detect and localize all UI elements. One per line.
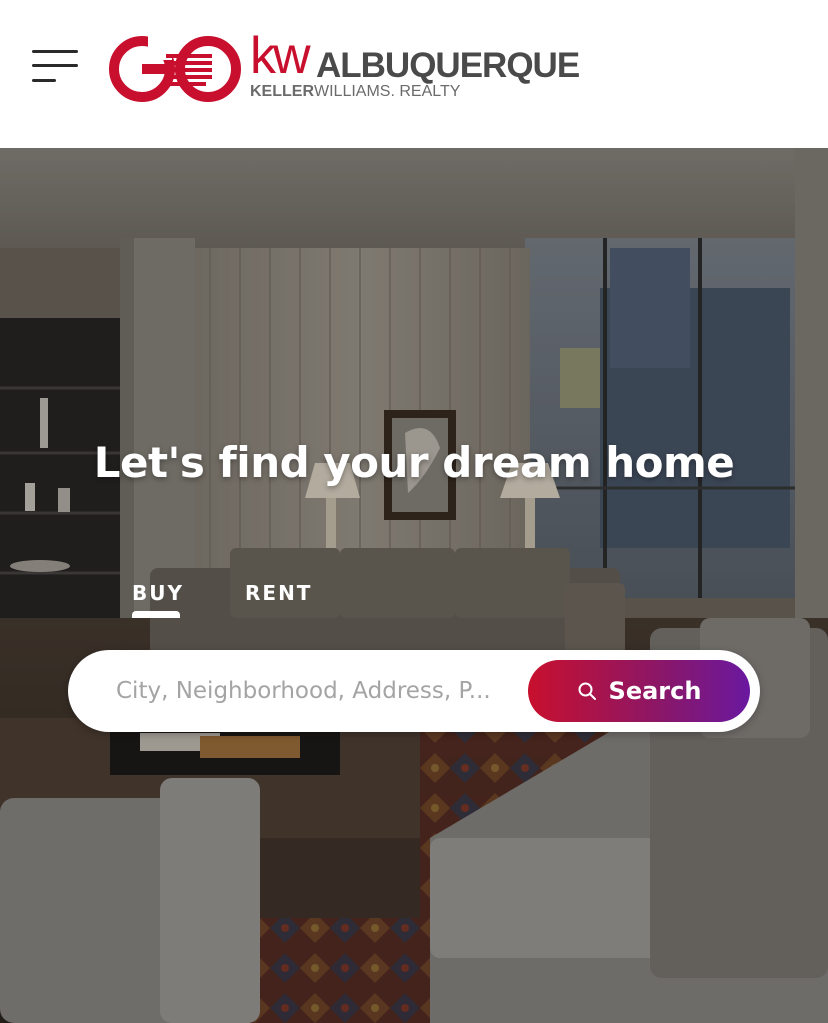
search-bar: Search — [68, 650, 760, 732]
logo-city-text: ALBUQUERQUE — [316, 46, 580, 85]
hamburger-menu-icon[interactable] — [30, 46, 82, 88]
go-logo-mark — [109, 34, 241, 102]
search-icon — [578, 682, 596, 700]
hero-section: Let's find your dream home BUY RENT Sear… — [0, 148, 828, 1023]
logo-kw-text: kw — [250, 27, 311, 85]
tab-rent[interactable]: RENT — [245, 581, 312, 605]
site-header: kw ALBUQUERQUE KELLERWILLIAMS. REALTY — [0, 0, 828, 148]
hero-title: Let's find your dream home — [93, 438, 735, 487]
logo-brand-rest: WILLIAMS. REALTY — [314, 83, 461, 100]
tab-buy[interactable]: BUY — [132, 581, 184, 618]
active-tab-indicator — [132, 611, 180, 618]
logo-brand-bold: KELLER — [250, 83, 314, 100]
tab-buy-label: BUY — [132, 581, 184, 605]
search-button[interactable]: Search — [528, 660, 750, 722]
tab-rent-label: RENT — [245, 581, 313, 605]
search-button-label: Search — [608, 677, 702, 705]
search-input[interactable] — [116, 668, 516, 714]
hero-background-image — [0, 148, 828, 1023]
site-logo[interactable]: kw ALBUQUERQUE KELLERWILLIAMS. REALTY — [108, 30, 580, 104]
logo-brand-text: KELLERWILLIAMS. REALTY — [250, 84, 460, 100]
